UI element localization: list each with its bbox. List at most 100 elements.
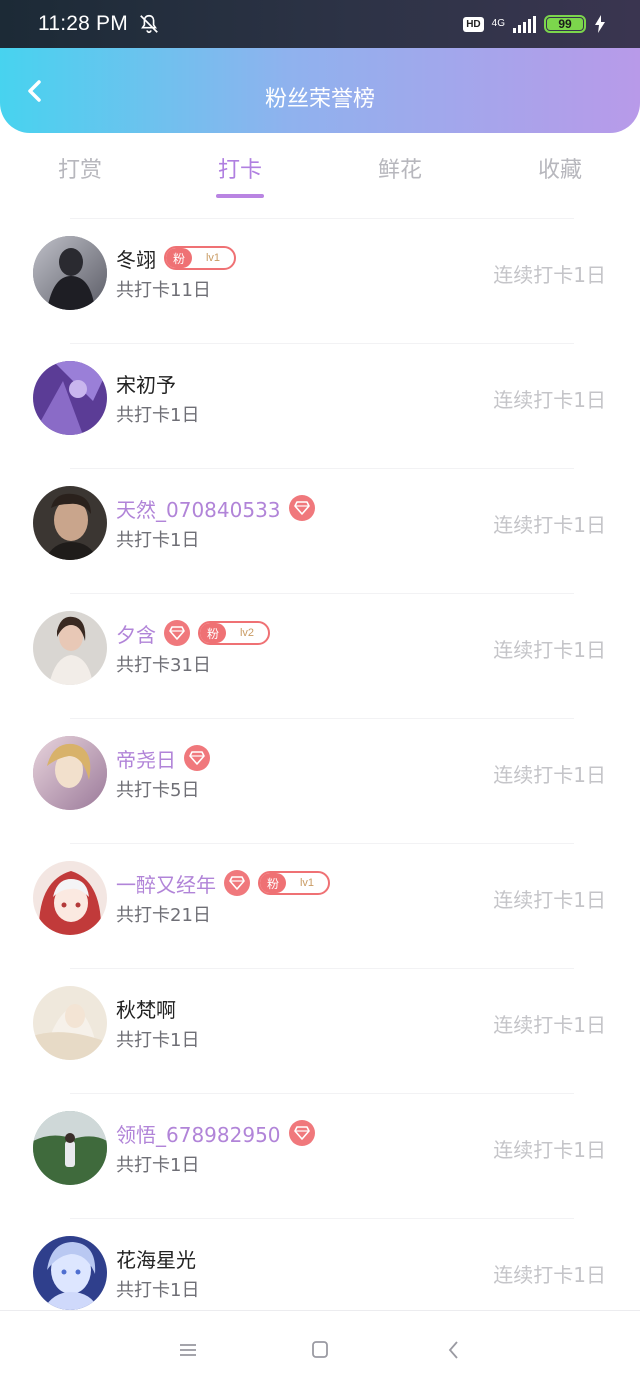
total-checkin: 共打卡31日 bbox=[116, 655, 211, 676]
list-item[interactable]: 领悟_678982950 共打卡1日 连续打卡1日 bbox=[33, 1093, 606, 1218]
list-item-content: 秋梵啊 共打卡1日 连续打卡1日 bbox=[0, 969, 640, 1094]
avatar-anime-blue-image bbox=[33, 1236, 107, 1310]
fan-badge-level: lv1 bbox=[299, 877, 315, 889]
total-checkin: 共打卡1日 bbox=[116, 405, 200, 426]
tab-favorites[interactable]: 收藏 bbox=[480, 150, 640, 200]
total-checkin: 共打卡11日 bbox=[116, 280, 211, 301]
avatar-girl-photo-image bbox=[33, 611, 107, 685]
avatar[interactable] bbox=[33, 1236, 107, 1310]
header: 粉丝荣誉榜 bbox=[0, 48, 640, 133]
avatar[interactable] bbox=[33, 486, 107, 560]
list-item-content: 冬翊 粉 lv1 共打卡11日 连续打卡1日 bbox=[0, 219, 640, 344]
tab-bar: 打赏 打卡 鲜花 收藏 bbox=[0, 150, 640, 200]
name-line: 天然_070840533 bbox=[116, 494, 315, 523]
streak-checkin: 连续打卡1日 bbox=[493, 1138, 606, 1162]
name-line: 秋梵啊 bbox=[116, 994, 176, 1023]
diamond-icon bbox=[164, 620, 190, 646]
streak-checkin: 连续打卡1日 bbox=[493, 638, 606, 662]
avatar[interactable] bbox=[33, 236, 107, 310]
name-line: 花海星光 bbox=[116, 1244, 196, 1273]
fan-level-badge: 粉 lv1 bbox=[164, 246, 236, 270]
network-label: 4G bbox=[491, 18, 505, 29]
list-item[interactable]: 夕含 粉 lv2 共打卡31日 连续打卡1日 bbox=[33, 593, 606, 718]
name-line: 夕含 粉 lv2 bbox=[116, 619, 270, 648]
user-name[interactable]: 宋初予 bbox=[116, 369, 176, 398]
user-name[interactable]: 花海星光 bbox=[116, 1244, 196, 1273]
avatar[interactable] bbox=[33, 986, 107, 1060]
avatar-dark-figure-image bbox=[33, 236, 107, 310]
list-item-content: 一醉又经年 粉 lv1 共打卡21日 连续打卡1日 bbox=[0, 844, 640, 969]
menu-icon[interactable] bbox=[176, 1339, 200, 1361]
nav-back-icon[interactable] bbox=[442, 1339, 466, 1361]
name-line: 帝尧日 bbox=[116, 744, 210, 773]
battery-level: 99 bbox=[547, 18, 583, 30]
signal-icon bbox=[513, 15, 536, 33]
total-checkin: 共打卡1日 bbox=[116, 1280, 200, 1301]
avatar[interactable] bbox=[33, 361, 107, 435]
list-item[interactable]: 秋梵啊 共打卡1日 连续打卡1日 bbox=[33, 968, 606, 1093]
list-item[interactable]: 宋初予 共打卡1日 连续打卡1日 bbox=[33, 343, 606, 468]
avatar[interactable] bbox=[33, 861, 107, 935]
status-bar: 11:28 PM HD 4G 99 bbox=[0, 0, 640, 48]
list-item-content: 天然_070840533 共打卡1日 连续打卡1日 bbox=[0, 469, 640, 594]
tab-reward[interactable]: 打赏 bbox=[0, 150, 160, 200]
fan-badge-level: lv2 bbox=[239, 627, 255, 639]
avatar-painted-figure-image bbox=[33, 736, 107, 810]
tab-active-indicator bbox=[216, 194, 264, 198]
total-checkin: 共打卡21日 bbox=[116, 905, 211, 926]
fan-list: 冬翊 粉 lv1 共打卡11日 连续打卡1日 宋初予 共打卡1日 连续打卡1日 bbox=[0, 218, 640, 1343]
diamond-icon bbox=[288, 1120, 315, 1146]
list-item[interactable]: 一醉又经年 粉 lv1 共打卡21日 连续打卡1日 bbox=[33, 843, 606, 968]
streak-checkin: 连续打卡1日 bbox=[493, 763, 606, 787]
avatar[interactable] bbox=[33, 736, 107, 810]
list-item[interactable]: 帝尧日 共打卡5日 连续打卡1日 bbox=[33, 718, 606, 843]
avatar-outdoor-photo-image bbox=[33, 1111, 107, 1185]
charging-icon bbox=[595, 15, 605, 33]
total-checkin: 共打卡1日 bbox=[116, 530, 200, 551]
list-item-content: 领悟_678982950 共打卡1日 连续打卡1日 bbox=[0, 1094, 640, 1219]
avatar-purple-scene-image bbox=[33, 361, 107, 435]
battery-icon: 99 bbox=[544, 15, 586, 33]
tab-flowers[interactable]: 鲜花 bbox=[320, 150, 480, 200]
streak-checkin: 连续打卡1日 bbox=[493, 263, 606, 287]
streak-checkin: 连续打卡1日 bbox=[493, 388, 606, 412]
hd-badge: HD bbox=[463, 16, 484, 32]
status-time: 11:28 PM bbox=[38, 12, 128, 35]
tab-checkin-label: 打卡 bbox=[217, 158, 262, 183]
user-name[interactable]: 夕含 bbox=[116, 619, 156, 648]
user-name[interactable]: 帝尧日 bbox=[116, 744, 176, 773]
diamond-icon bbox=[224, 870, 250, 896]
streak-checkin: 连续打卡1日 bbox=[493, 1263, 606, 1287]
user-name[interactable]: 天然_070840533 bbox=[116, 494, 281, 523]
list-item-content: 夕含 粉 lv2 共打卡31日 连续打卡1日 bbox=[0, 594, 640, 719]
total-checkin: 共打卡1日 bbox=[116, 1030, 200, 1051]
fan-level-badge: 粉 lv2 bbox=[198, 621, 270, 645]
list-item-content: 宋初予 共打卡1日 连续打卡1日 bbox=[0, 344, 640, 469]
avatar-man-portrait-image bbox=[33, 486, 107, 560]
user-name[interactable]: 冬翊 bbox=[116, 244, 156, 273]
list-item[interactable]: 天然_070840533 共打卡1日 连续打卡1日 bbox=[33, 468, 606, 593]
system-nav-bar bbox=[0, 1310, 640, 1387]
user-name[interactable]: 一醉又经年 bbox=[116, 869, 216, 898]
fan-badge-label: 粉 bbox=[166, 248, 192, 268]
fan-level-badge: 粉 lv1 bbox=[258, 871, 330, 895]
avatar-pale-illustration-image bbox=[33, 986, 107, 1060]
fan-badge-level: lv1 bbox=[205, 252, 221, 264]
total-checkin: 共打卡1日 bbox=[116, 1155, 200, 1176]
diamond-icon bbox=[288, 495, 315, 521]
tab-checkin[interactable]: 打卡 bbox=[160, 150, 320, 200]
fan-badge-label: 粉 bbox=[200, 623, 226, 643]
user-name[interactable]: 秋梵啊 bbox=[116, 994, 176, 1023]
home-icon[interactable] bbox=[308, 1339, 332, 1361]
fan-badge-label: 粉 bbox=[260, 873, 286, 893]
user-name[interactable]: 领悟_678982950 bbox=[116, 1119, 281, 1148]
status-right: HD 4G 99 bbox=[463, 15, 606, 33]
avatar[interactable] bbox=[33, 611, 107, 685]
streak-checkin: 连续打卡1日 bbox=[493, 1013, 606, 1037]
list-item[interactable]: 冬翊 粉 lv1 共打卡11日 连续打卡1日 bbox=[33, 218, 606, 343]
name-line: 领悟_678982950 bbox=[116, 1119, 315, 1148]
name-line: 冬翊 粉 lv1 bbox=[116, 244, 236, 273]
list-item-content: 帝尧日 共打卡5日 连续打卡1日 bbox=[0, 719, 640, 844]
name-line: 宋初予 bbox=[116, 369, 176, 398]
avatar[interactable] bbox=[33, 1111, 107, 1185]
